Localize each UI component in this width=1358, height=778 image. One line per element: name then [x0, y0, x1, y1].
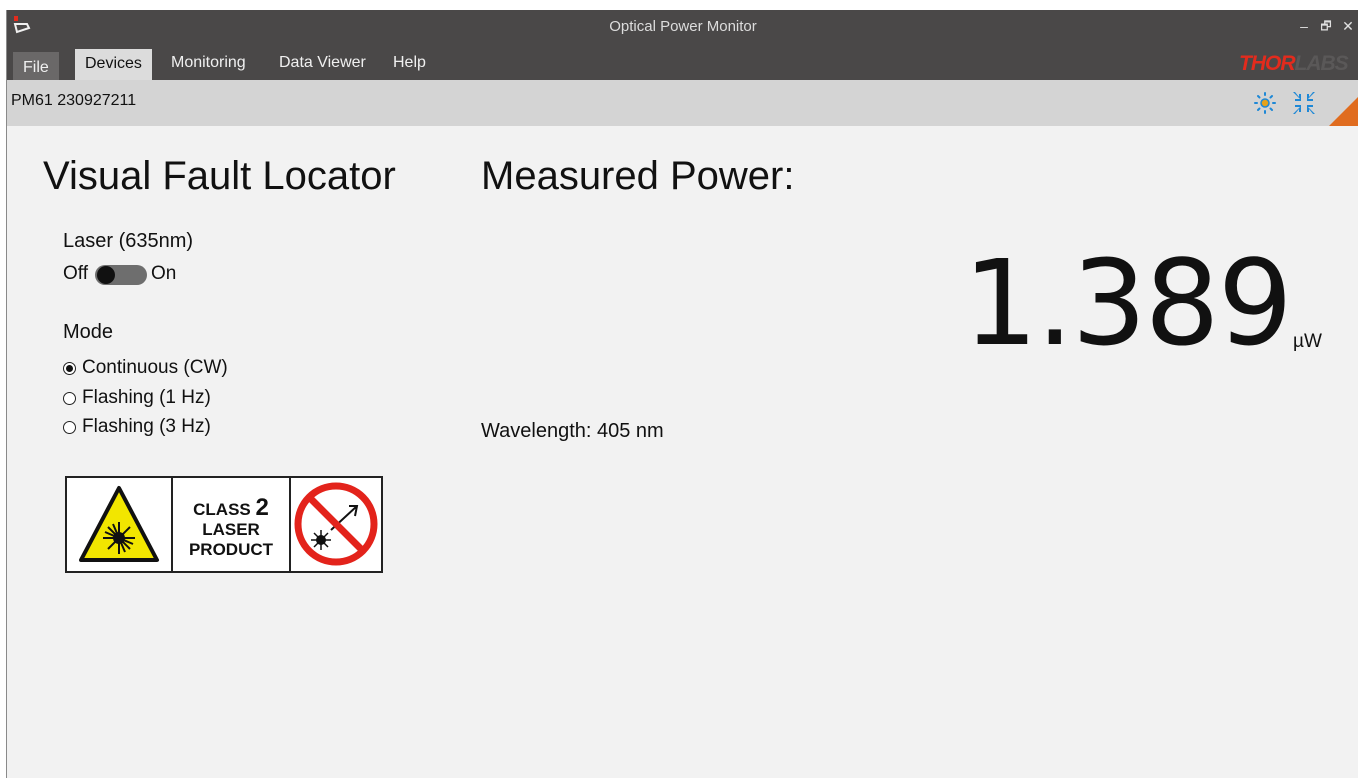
mode-option-label: Flashing (3 Hz) — [82, 416, 211, 437]
thorlabs-logo: THORLABS — [1239, 52, 1358, 76]
radio-unselected-icon — [63, 392, 76, 405]
close-button[interactable]: ✕ — [1340, 18, 1356, 34]
vfl-heading: Visual Fault Locator — [43, 154, 396, 198]
mode-option-label: Flashing (1 Hz) — [82, 387, 211, 408]
screen-edge-top — [0, 0, 1358, 10]
title-bar: Optical Power Monitor – 🗗 ✕ — [7, 10, 1358, 46]
device-id: PM61 230927211 — [11, 92, 137, 109]
app-window: Optical Power Monitor – 🗗 ✕ File Devices… — [6, 10, 1358, 778]
class-line-laser: LASER — [202, 520, 260, 539]
collapse-icon[interactable] — [1289, 88, 1319, 118]
wavelength-label: Wavelength: — [481, 420, 592, 442]
laser-toggle-switch[interactable] — [95, 265, 147, 285]
wavelength-value: 405 nm — [597, 420, 664, 442]
class-number: 2 — [255, 494, 269, 521]
laser-label: Laser (635nm) — [63, 230, 194, 252]
class-line-product: PRODUCT — [188, 540, 274, 559]
menu-help[interactable]: Help — [383, 46, 436, 80]
window-title: Optical Power Monitor — [609, 18, 757, 35]
no-staring-icon — [291, 478, 381, 571]
laser-class-label: CLASS 2 LASER PRODUCT — [65, 476, 383, 573]
restore-button[interactable]: 🗗 — [1318, 18, 1334, 34]
toggle-off-label: Off — [63, 263, 88, 284]
menu-data-viewer[interactable]: Data Viewer — [269, 46, 376, 80]
toggle-knob — [97, 266, 115, 284]
minimize-button[interactable]: – — [1296, 18, 1312, 34]
class-word: CLASS — [193, 500, 251, 519]
mode-option-label: Continuous (CW) — [82, 357, 228, 378]
mode-label: Mode — [63, 321, 114, 343]
radio-unselected-icon — [63, 421, 76, 434]
logo-text-red: THOR — [1239, 52, 1295, 75]
corner-accent — [1329, 96, 1358, 126]
radio-selected-icon — [63, 362, 76, 375]
menu-monitoring[interactable]: Monitoring — [161, 46, 256, 80]
measured-power-heading: Measured Power: — [481, 154, 795, 198]
device-bar: PM61 230927211 — [7, 80, 1358, 126]
brightness-icon[interactable] — [1250, 88, 1280, 118]
logo-text-gray: LABS — [1294, 52, 1349, 75]
menu-devices[interactable]: Devices — [75, 49, 152, 80]
power-unit: µW — [1293, 331, 1322, 352]
menu-bar: File Devices Monitoring Data Viewer Help… — [7, 46, 1358, 80]
laser-warning-icon — [67, 478, 173, 571]
wavelength-readout: Wavelength: 405 nm — [481, 420, 664, 443]
menu-file[interactable]: File — [13, 52, 59, 80]
power-value: 1.389 — [963, 234, 1293, 372]
laser-class-text: CLASS 2 LASER PRODUCT — [173, 478, 291, 571]
toggle-on-label: On — [151, 263, 177, 284]
